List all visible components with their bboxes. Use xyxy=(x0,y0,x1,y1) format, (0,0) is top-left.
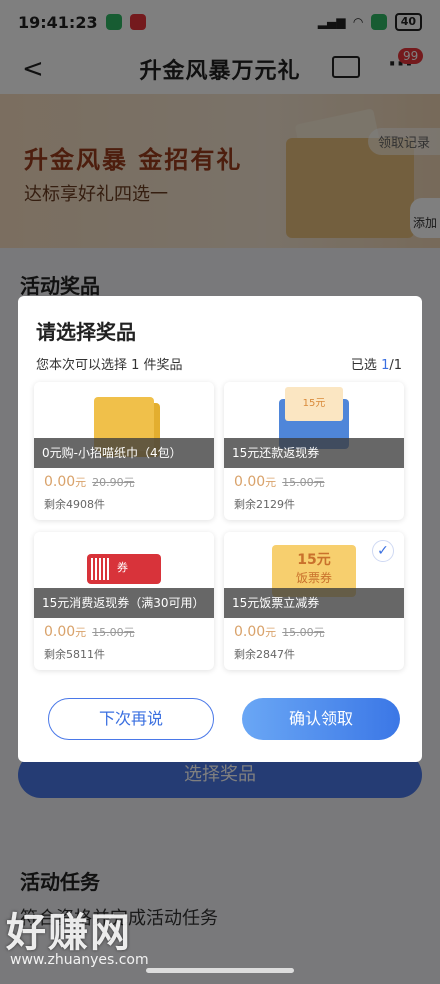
prize-remaining: 剩余2129件 xyxy=(234,498,295,511)
prize-remaining: 剩余2847件 xyxy=(234,648,295,661)
prize-name: 15元饭票立减券 xyxy=(224,588,404,618)
selected-check-icon[interactable]: ✓ xyxy=(372,540,394,562)
prize-name: 15元还款返现券 xyxy=(224,438,404,468)
prize-remaining: 剩余5811件 xyxy=(44,648,105,661)
prize-price: 0.00元 15.00元 xyxy=(234,624,325,640)
prize-price: 0.00元 15.00元 xyxy=(234,474,325,490)
confirm-button[interactable]: 确认领取 xyxy=(242,698,400,740)
prize-price: 0.00元 15.00元 xyxy=(44,624,135,640)
prize-card-meal-coupon[interactable]: 15元 饭票券 ✓ 15元饭票立减券 0.00元 15.00元 剩余2847件 xyxy=(224,532,404,670)
prize-name: 15元消费返现券（满30可用） xyxy=(34,588,214,618)
watermark-logo: 好赚网 xyxy=(6,910,132,956)
modal-hint: 您本次可以选择 1 件奖品 xyxy=(36,358,183,373)
home-indicator[interactable] xyxy=(146,968,294,973)
prize-name: 0元购-小招喵纸巾（4包） xyxy=(34,438,214,468)
selection-count: 已选 1/1 xyxy=(350,358,402,373)
prize-price: 0.00元 20.90元 xyxy=(44,474,135,490)
prize-select-modal: 请选择奖品 您本次可以选择 1 件奖品 已选 1/1 0元购-小招喵纸巾（4包）… xyxy=(18,296,422,762)
prize-card-tissue[interactable]: 0元购-小招喵纸巾（4包） 0.00元 20.90元 剩余4908件 xyxy=(34,382,214,520)
prize-remaining: 剩余4908件 xyxy=(44,498,105,511)
watermark-url: www.zhuanyes.com xyxy=(10,952,149,968)
modal-title: 请选择奖品 xyxy=(36,320,136,344)
prize-card-spend-cashback[interactable]: 券 15元消费返现券（满30可用） 0.00元 15.00元 剩余5811件 xyxy=(34,532,214,670)
later-button[interactable]: 下次再说 xyxy=(48,698,214,740)
prize-card-repay-cashback[interactable]: 15元 15元还款返现券 0.00元 15.00元 剩余2129件 xyxy=(224,382,404,520)
